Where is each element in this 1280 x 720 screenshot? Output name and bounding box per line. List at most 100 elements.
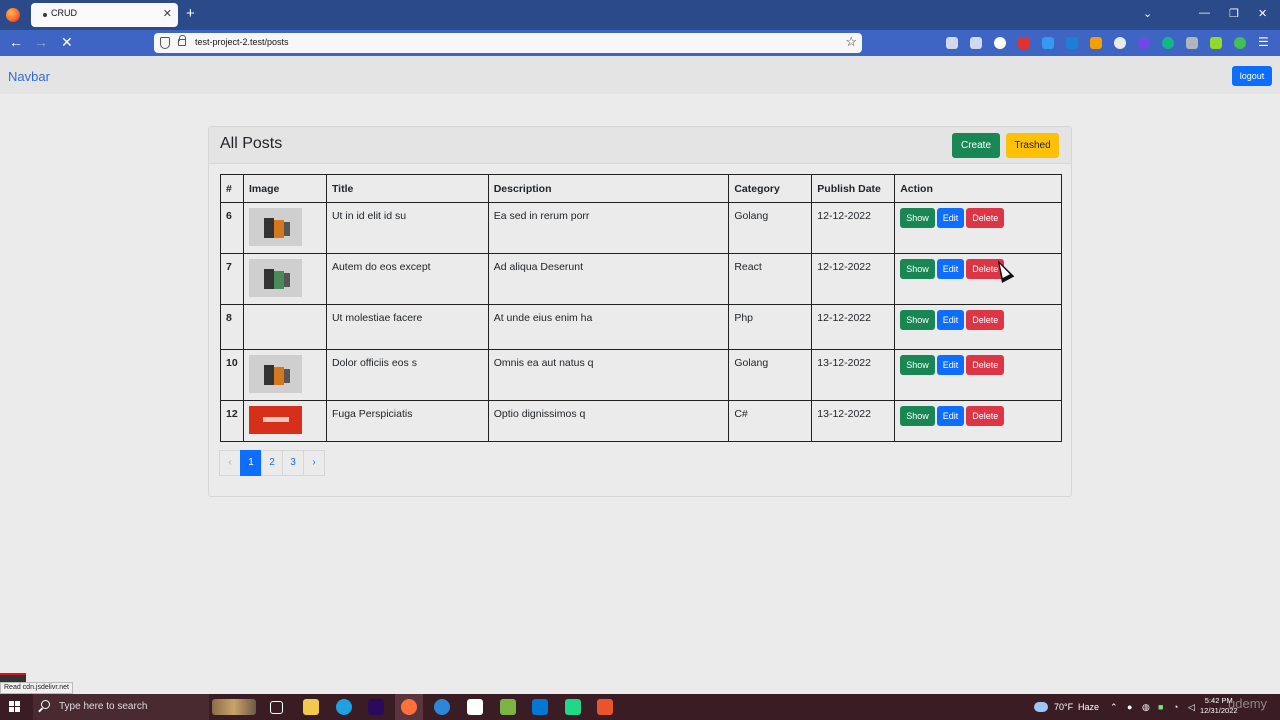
- show-hidden-icons-icon[interactable]: ⌃: [1110, 702, 1118, 713]
- browser-status-text: Read cdn.jsdelivr.net: [0, 682, 73, 694]
- search-highlight-icon[interactable]: [212, 699, 256, 715]
- edit-button[interactable]: Edit: [936, 208, 965, 228]
- app-icon[interactable]: [500, 699, 516, 715]
- table-row: 12 Fuga Perspiciatis Optio dignissimos q…: [220, 400, 1062, 442]
- row-description: Optio dignissimos q: [487, 400, 730, 442]
- weather-condition[interactable]: Haze: [1078, 702, 1099, 712]
- create-button[interactable]: Create: [952, 133, 1000, 158]
- show-button[interactable]: Show: [900, 310, 935, 330]
- check-tray-icon[interactable]: ■: [1158, 702, 1163, 712]
- weather-icon[interactable]: [1034, 702, 1048, 712]
- extension-icon[interactable]: [1234, 37, 1246, 49]
- weather-temperature[interactable]: 70°F: [1054, 702, 1073, 712]
- windows-start-icon[interactable]: [9, 701, 21, 713]
- firefox-icon[interactable]: [6, 8, 20, 22]
- pagination-page[interactable]: 2: [261, 450, 283, 476]
- edit-button[interactable]: Edit: [936, 406, 965, 426]
- extension-icon[interactable]: [1138, 37, 1150, 49]
- notion-icon[interactable]: [467, 699, 483, 715]
- back-icon[interactable]: ←: [9, 34, 23, 50]
- extension-icon[interactable]: [1042, 37, 1054, 49]
- stop-loading-icon[interactable]: ✕: [61, 34, 73, 51]
- extension-icon[interactable]: [1186, 37, 1198, 49]
- navbar-brand[interactable]: Navbar: [8, 69, 50, 84]
- table-row: 8 Ut molestiae facere At unde eius enim …: [220, 304, 1062, 350]
- edit-button[interactable]: Edit: [936, 259, 965, 279]
- pagination: ‹ 1 2 3 ›: [219, 450, 325, 476]
- row-category: Golang: [728, 202, 813, 254]
- row-image-cell: [242, 400, 327, 442]
- row-title: Dolor officiis eos s: [325, 349, 489, 401]
- menu-icon[interactable]: ☰: [1258, 35, 1269, 49]
- row-actions: Show Edit Delete: [894, 400, 1062, 442]
- row-image-cell: [242, 304, 327, 350]
- trashed-button[interactable]: Trashed: [1006, 133, 1059, 158]
- extension-icon[interactable]: [1090, 37, 1102, 49]
- edit-button[interactable]: Edit: [936, 355, 965, 375]
- delete-button[interactable]: Delete: [966, 355, 1005, 375]
- row-id: 6: [220, 202, 244, 254]
- row-category: C#: [728, 400, 813, 442]
- app-icon[interactable]: [565, 699, 581, 715]
- tab-loading-icon: [43, 13, 47, 17]
- restore-icon[interactable]: ❐: [1229, 7, 1239, 20]
- firefox-taskbar-icon[interactable]: [401, 699, 417, 715]
- extension-icon[interactable]: [1114, 37, 1126, 49]
- show-button[interactable]: Show: [900, 259, 935, 279]
- row-id: 12: [220, 400, 244, 442]
- edge-icon[interactable]: [336, 699, 352, 715]
- lock-icon[interactable]: [178, 35, 186, 46]
- minimize-icon[interactable]: —: [1199, 7, 1210, 19]
- task-view-icon[interactable]: [270, 701, 283, 714]
- row-title: Ut in id elit id su: [325, 202, 489, 254]
- pagination-page[interactable]: 3: [282, 450, 304, 476]
- column-header: Action: [894, 174, 1062, 203]
- file-explorer-icon[interactable]: [303, 699, 319, 715]
- logout-button[interactable]: logout: [1232, 66, 1272, 86]
- premiere-icon[interactable]: [368, 699, 384, 715]
- url-text[interactable]: test-project-2.test/posts: [195, 37, 289, 47]
- extension-icon[interactable]: [994, 37, 1006, 49]
- row-description: At unde eius enim ha: [487, 304, 730, 350]
- row-date: 13-12-2022: [811, 349, 896, 401]
- microphone-icon[interactable]: ●: [1127, 702, 1132, 712]
- bookmark-star-icon[interactable]: ☆: [845, 34, 857, 50]
- app-icon[interactable]: [434, 699, 450, 715]
- row-date: 12-12-2022: [811, 253, 896, 305]
- network-icon[interactable]: ◔: [1173, 702, 1178, 712]
- pagination-prev: ‹: [219, 450, 241, 476]
- app-icon[interactable]: [597, 699, 613, 715]
- download-icon[interactable]: [970, 37, 982, 49]
- edit-button[interactable]: Edit: [936, 310, 965, 330]
- post-thumbnail: [248, 406, 302, 434]
- app-tray-icon[interactable]: ◍: [1142, 702, 1150, 713]
- delete-button[interactable]: Delete: [966, 310, 1005, 330]
- show-button[interactable]: Show: [900, 406, 935, 426]
- address-bar[interactable]: test-project-2.test/posts ☆: [154, 33, 862, 53]
- extension-icon[interactable]: [1018, 37, 1030, 49]
- vscode-icon[interactable]: [532, 699, 548, 715]
- row-title: Autem do eos except: [325, 253, 489, 305]
- delete-button[interactable]: Delete: [966, 406, 1005, 426]
- show-button[interactable]: Show: [900, 208, 935, 228]
- pocket-icon[interactable]: [946, 37, 958, 49]
- tracking-shield-icon[interactable]: [160, 37, 170, 49]
- row-id: 10: [220, 349, 244, 401]
- close-tab-icon[interactable]: ✕: [163, 7, 172, 20]
- row-actions: Show Edit Delete: [894, 202, 1062, 254]
- post-thumbnail: [248, 259, 302, 297]
- extension-icon[interactable]: [1162, 37, 1174, 49]
- taskbar-search-input[interactable]: Type here to search: [33, 694, 209, 720]
- close-window-icon[interactable]: ✕: [1258, 7, 1267, 20]
- tab-list-icon[interactable]: ⌄: [1143, 7, 1152, 20]
- volume-icon[interactable]: ◁: [1188, 702, 1195, 713]
- extension-icon[interactable]: [1066, 37, 1078, 49]
- delete-button[interactable]: Delete: [966, 208, 1005, 228]
- forward-icon[interactable]: →: [34, 34, 48, 50]
- show-button[interactable]: Show: [900, 355, 935, 375]
- pagination-next[interactable]: ›: [303, 450, 325, 476]
- extension-icon[interactable]: [1210, 37, 1222, 49]
- new-tab-icon[interactable]: +: [186, 5, 195, 22]
- browser-tab[interactable]: CRUD ✕: [31, 3, 178, 27]
- pagination-page[interactable]: 1: [240, 450, 262, 476]
